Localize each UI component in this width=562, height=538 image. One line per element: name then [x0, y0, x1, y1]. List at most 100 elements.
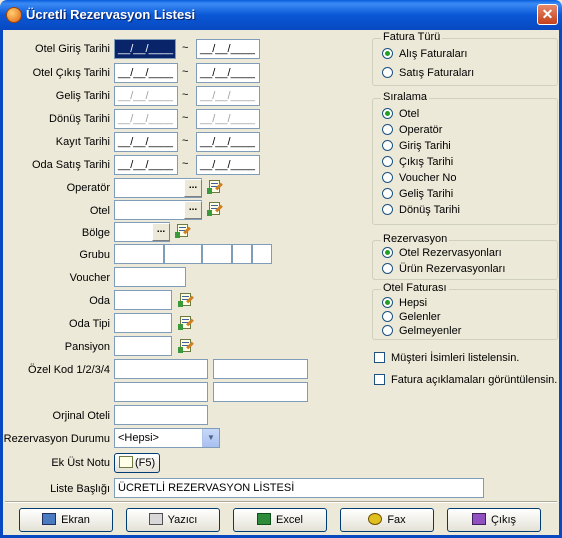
window-title: Ücretli Rezervasyon Listesi: [26, 7, 196, 22]
radio-urun-rezervasyonlari[interactable]: Ürün Rezervasyonları: [382, 263, 505, 275]
radio-sirala-cikis[interactable]: Çıkış Tarihi: [382, 156, 453, 168]
otel-cikis-to-field[interactable]: __/__/____: [196, 63, 260, 83]
ek-ust-notu-shortcut: (F5): [135, 457, 156, 469]
rezervasyon-title: Rezervasyon: [381, 233, 450, 245]
grubu-field-2[interactable]: [164, 244, 202, 264]
ek-ust-notu-button[interactable]: (F5): [114, 453, 160, 473]
kayit-to-field[interactable]: __/__/____: [196, 132, 260, 152]
otel-note-icon[interactable]: [207, 201, 223, 217]
app-icon: [6, 7, 22, 23]
oda-satis-to-field[interactable]: __/__/____: [196, 155, 260, 175]
otel-giris-from-field[interactable]: __/__/____: [114, 39, 176, 59]
pansiyon-note-icon[interactable]: [178, 338, 194, 354]
oda-satis-label: Oda Satış Tarihi: [31, 159, 110, 171]
donus-to-field[interactable]: __/__/____: [196, 109, 260, 129]
radio-satis-faturalari[interactable]: Satış Faturaları: [382, 67, 474, 79]
gelis-label: Geliş Tarihi: [55, 90, 110, 102]
oda-note-icon[interactable]: [178, 292, 194, 308]
oda-tipi-field[interactable]: [114, 313, 172, 333]
radio-sirala-giris[interactable]: Giriş Tarihi: [382, 140, 451, 152]
ozel-kod-2-field[interactable]: [213, 359, 308, 379]
excel-icon: [257, 513, 272, 525]
yazici-button[interactable]: Yazıcı: [126, 508, 220, 532]
radio-sirala-donus[interactable]: Dönüş Tarihi: [382, 204, 460, 216]
radio-sirala-otel[interactable]: Otel: [382, 108, 419, 120]
voucher-field[interactable]: [114, 267, 186, 287]
radio-hepsi[interactable]: Hepsi: [382, 297, 427, 309]
operator-note-icon[interactable]: [207, 179, 223, 195]
radio-gelmeyenler[interactable]: Gelmeyenler: [382, 325, 461, 337]
pansiyon-label: Pansiyon: [64, 341, 110, 353]
radio-gelenler[interactable]: Gelenler: [382, 311, 441, 323]
chevron-down-icon[interactable]: ▼: [202, 429, 219, 447]
kayit-label: Kayıt Tarihi: [55, 136, 110, 148]
radio-otel-rezervasyonlari[interactable]: Otel Rezervasyonları: [382, 247, 502, 259]
exit-icon: [471, 513, 486, 525]
orjinal-oteli-label: Orjinal Oteli: [52, 410, 110, 422]
monitor-icon: [42, 513, 57, 525]
fatura-aciklamalari-checkbox[interactable]: Fatura açıklamaları görüntülensin.: [374, 374, 557, 386]
ek-ust-notu-label: Ek Üst Notu: [51, 457, 110, 469]
oda-satis-from-field[interactable]: __/__/____: [114, 155, 178, 175]
operator-browse-button[interactable]: ...: [184, 179, 202, 197]
grubu-field-5[interactable]: [252, 244, 272, 264]
grubu-field-3[interactable]: [202, 244, 232, 264]
otel-giris-label: Otel Giriş Tarihi: [35, 43, 110, 55]
ekran-label: Ekran: [61, 514, 90, 526]
rez-durumu-label: Rezervasyon Durumu: [3, 433, 110, 445]
ozel-kod-4-field[interactable]: [213, 382, 308, 402]
rez-durumu-select[interactable]: <Hepsi> ▼: [114, 428, 220, 448]
fatura-turu-title: Fatura Türü: [381, 31, 443, 43]
otel-faturasi-title: Otel Faturası: [381, 282, 449, 294]
title-bar: Ücretli Rezervasyon Listesi ✕: [0, 0, 562, 30]
otel-cikis-label: Otel Çıkış Tarihi: [32, 67, 110, 79]
fax-button[interactable]: Fax: [340, 508, 434, 532]
gelis-to-field[interactable]: __/__/____: [196, 86, 260, 106]
cikis-button[interactable]: Çıkış: [447, 508, 541, 532]
radio-alis-faturalari[interactable]: Alış Faturaları: [382, 48, 467, 60]
liste-basligi-label: Liste Başlığı: [50, 483, 110, 495]
ozel-kod-3-field[interactable]: [114, 382, 208, 402]
fax-icon: [368, 513, 383, 525]
musteri-isimleri-checkbox[interactable]: Müşteri İsimleri listelensin.: [374, 352, 519, 364]
oda-tipi-note-icon[interactable]: [178, 315, 194, 331]
bolge-label: Bölge: [81, 227, 110, 239]
radio-sirala-voucher[interactable]: Voucher No: [382, 172, 456, 184]
otel-cikis-from-field[interactable]: __/__/____: [114, 63, 178, 83]
pansiyon-field[interactable]: [114, 336, 172, 356]
donus-from-field[interactable]: __/__/____: [114, 109, 178, 129]
otel-browse-button[interactable]: ...: [184, 201, 202, 219]
operator-label: Operatör: [66, 182, 110, 194]
oda-field[interactable]: [114, 290, 172, 310]
grubu-field-1[interactable]: [114, 244, 164, 264]
orjinal-oteli-field[interactable]: [114, 405, 208, 425]
bolge-note-icon[interactable]: [175, 223, 191, 239]
kayit-from-field[interactable]: __/__/____: [114, 132, 178, 152]
ozel-kod-1-field[interactable]: [114, 359, 208, 379]
ekran-button[interactable]: Ekran: [19, 508, 113, 532]
close-button[interactable]: ✕: [537, 4, 558, 25]
radio-sirala-operator[interactable]: Operatör: [382, 124, 442, 136]
cikis-label: Çıkış: [490, 514, 517, 526]
otel-giris-to-field[interactable]: __/__/____: [196, 39, 260, 59]
yazici-label: Yazıcı: [167, 514, 198, 526]
rez-durumu-value: <Hepsi>: [118, 432, 159, 444]
range-separator: ~: [182, 112, 189, 124]
gelis-from-field[interactable]: __/__/____: [114, 86, 178, 106]
printer-icon: [148, 513, 163, 525]
liste-basligi-field[interactable]: ÜCRETLİ REZERVASYON LİSTESİ: [114, 478, 484, 498]
fax-label: Fax: [387, 514, 406, 526]
otel-label: Otel: [89, 205, 110, 217]
bolge-browse-button[interactable]: ...: [152, 223, 170, 241]
range-separator: ~: [182, 158, 189, 170]
grubu-field-4[interactable]: [232, 244, 252, 264]
oda-tipi-label: Oda Tipi: [69, 318, 110, 330]
ozel-kod-label: Özel Kod 1/2/3/4: [28, 364, 110, 376]
range-separator: ~: [182, 66, 189, 78]
grubu-label: Grubu: [79, 249, 110, 261]
excel-button[interactable]: Excel: [233, 508, 327, 532]
radio-sirala-gelis[interactable]: Geliş Tarihi: [382, 188, 453, 200]
range-separator: ~: [182, 89, 189, 101]
voucher-label: Voucher: [69, 272, 110, 284]
range-separator: ~: [182, 42, 189, 54]
